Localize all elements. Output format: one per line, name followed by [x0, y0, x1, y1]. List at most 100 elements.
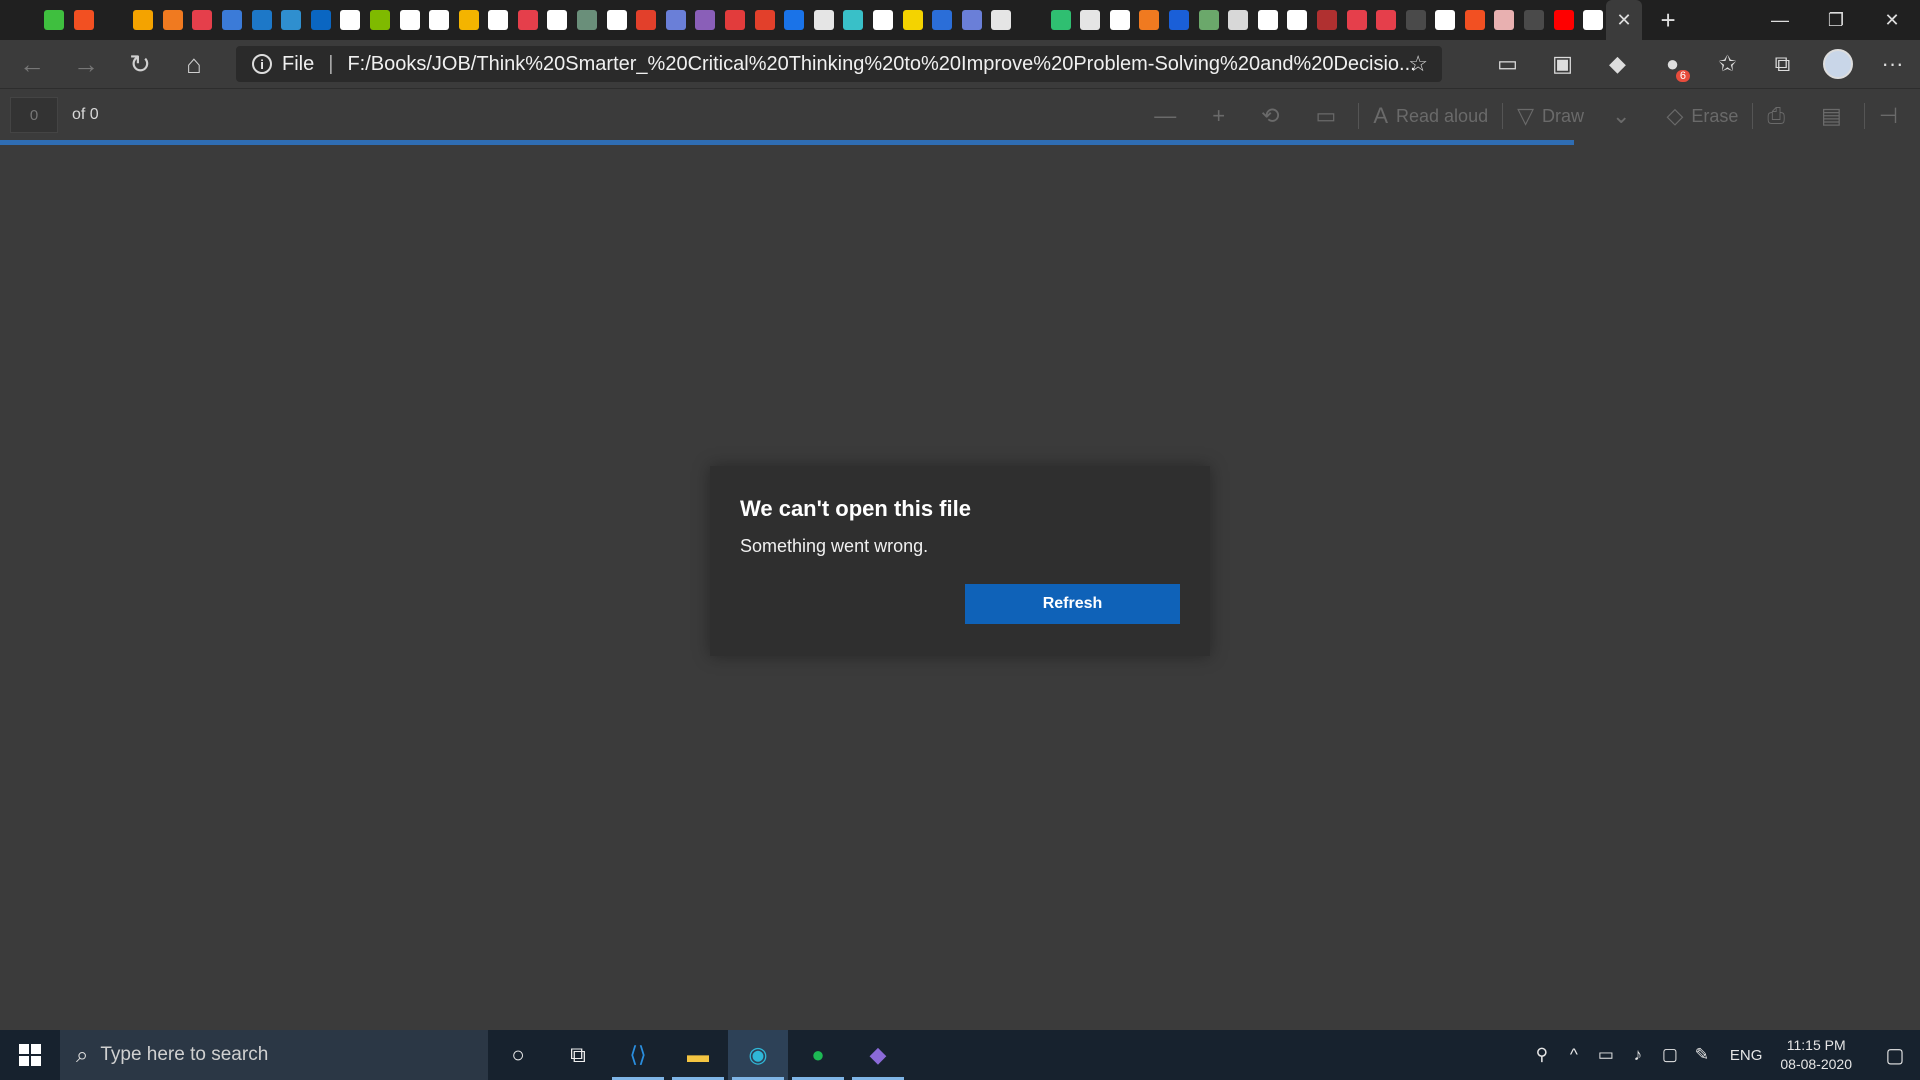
pinned-tab[interactable]	[397, 0, 423, 40]
pinned-tab[interactable]	[219, 0, 245, 40]
new-tab-button[interactable]: +	[1648, 0, 1688, 40]
pinned-tab[interactable]	[338, 0, 364, 40]
add-favorite-icon[interactable]: ☆	[1408, 51, 1428, 77]
pinned-tab[interactable]	[1107, 0, 1133, 40]
zoom-in-button[interactable]: +	[1198, 89, 1247, 143]
pinned-tab[interactable]	[1137, 0, 1163, 40]
pinned-tab[interactable]	[1492, 0, 1518, 40]
pinned-tab[interactable]	[781, 0, 807, 40]
network-icon[interactable]: ▢	[1654, 1045, 1686, 1065]
pinned-tab[interactable]	[190, 0, 216, 40]
pinned-tab[interactable]	[515, 0, 541, 40]
people-icon[interactable]: ⚲	[1526, 1045, 1558, 1065]
minimize-button[interactable]: —	[1752, 0, 1808, 40]
cortana-button[interactable]: ○	[488, 1030, 548, 1080]
pinned-tab[interactable]	[929, 0, 955, 40]
draw-options-dropdown[interactable]: ⌄	[1598, 89, 1652, 143]
pinned-tab[interactable]	[1551, 0, 1577, 40]
forward-button[interactable]: →	[64, 44, 108, 84]
refresh-page-button[interactable]: ↻	[118, 44, 162, 84]
pinned-tab[interactable]	[1048, 0, 1074, 40]
site-info-icon[interactable]: i	[252, 54, 272, 74]
diamond-extension-icon[interactable]: ◆	[1590, 40, 1645, 88]
pinned-tab[interactable]	[12, 0, 38, 40]
fit-page-button[interactable]: ▭	[1302, 89, 1359, 143]
pinned-tab[interactable]	[722, 0, 748, 40]
pinned-tab[interactable]	[130, 0, 156, 40]
task-view-button[interactable]: ⧉	[548, 1030, 608, 1080]
pinned-tab[interactable]	[870, 0, 896, 40]
refresh-button[interactable]: Refresh	[965, 584, 1180, 624]
start-button[interactable]	[0, 1030, 60, 1080]
pinned-tab[interactable]	[486, 0, 512, 40]
pinned-tab[interactable]	[1403, 0, 1429, 40]
pinned-tab[interactable]	[426, 0, 452, 40]
pinned-tab[interactable]	[308, 0, 334, 40]
pen-icon[interactable]: ✎	[1686, 1045, 1718, 1065]
pinned-tab[interactable]	[1580, 0, 1606, 40]
pinned-tab[interactable]	[278, 0, 304, 40]
settings-more-button[interactable]: ···	[1865, 40, 1920, 88]
pinned-tab[interactable]	[1433, 0, 1459, 40]
read-aloud-button[interactable]: A Read aloud	[1359, 89, 1502, 143]
erase-button[interactable]: ◇ Erase	[1652, 89, 1752, 143]
pinned-tab[interactable]	[1314, 0, 1340, 40]
pinned-tab[interactable]	[693, 0, 719, 40]
pinned-tab[interactable]	[841, 0, 867, 40]
pin-toolbar-button[interactable]: ⊣	[1865, 89, 1920, 143]
pinned-tab[interactable]	[1225, 0, 1251, 40]
pinned-tab[interactable]	[545, 0, 571, 40]
pinned-tab[interactable]	[1166, 0, 1192, 40]
pinned-tab[interactable]	[71, 0, 97, 40]
pinned-tab[interactable]	[752, 0, 778, 40]
vscode-icon[interactable]: ⟨⟩	[608, 1030, 668, 1080]
file-explorer-icon[interactable]: ▬	[668, 1030, 728, 1080]
pinned-tab[interactable]	[101, 0, 127, 40]
pinned-tab[interactable]	[456, 0, 482, 40]
pinned-tab[interactable]	[1077, 0, 1103, 40]
pinned-tab[interactable]	[574, 0, 600, 40]
chevron-up-icon[interactable]: ^	[1558, 1045, 1590, 1065]
pinned-tab[interactable]	[1018, 0, 1044, 40]
back-button[interactable]: ←	[10, 44, 54, 84]
notification-center-icon[interactable]: ▢	[1870, 1030, 1920, 1080]
pinned-tab[interactable]	[1344, 0, 1370, 40]
pinned-tab[interactable]	[1462, 0, 1488, 40]
rotate-button[interactable]: ⟲	[1247, 89, 1301, 143]
draw-button[interactable]: ▽ Draw	[1503, 89, 1598, 143]
pinned-tab[interactable]	[633, 0, 659, 40]
cast-icon[interactable]: ▭	[1480, 40, 1535, 88]
print-button[interactable]: ⎙	[1753, 89, 1807, 143]
pinned-tab[interactable]	[249, 0, 275, 40]
collections-icon[interactable]: ⧉	[1755, 40, 1810, 88]
zoom-out-button[interactable]: —	[1140, 89, 1198, 143]
edge-icon[interactable]: ◉	[728, 1030, 788, 1080]
spotify-icon[interactable]: ●	[788, 1030, 848, 1080]
pinned-tab[interactable]	[989, 0, 1015, 40]
save-button[interactable]: ▤	[1807, 89, 1864, 143]
volume-icon[interactable]: ♪	[1622, 1045, 1654, 1065]
pinned-tab[interactable]	[1373, 0, 1399, 40]
pinned-tab[interactable]	[604, 0, 630, 40]
pinned-tab[interactable]	[1255, 0, 1281, 40]
taskbar-search[interactable]: ⌕ Type here to search	[60, 1030, 488, 1080]
square-extension-icon[interactable]: ▣	[1535, 40, 1590, 88]
pinned-tab[interactable]	[42, 0, 68, 40]
pinned-tab[interactable]	[900, 0, 926, 40]
home-button[interactable]: ⌂	[172, 44, 216, 84]
restore-button[interactable]: ❐	[1808, 0, 1864, 40]
pinned-tab[interactable]	[1521, 0, 1547, 40]
visual-studio-icon[interactable]: ◆	[848, 1030, 908, 1080]
close-tab-icon[interactable]: ✕	[1617, 10, 1632, 31]
profile-button[interactable]	[1810, 40, 1865, 88]
active-tab[interactable]: ✕	[1606, 0, 1643, 40]
pinned-tab[interactable]	[1196, 0, 1222, 40]
pinned-tab[interactable]	[1285, 0, 1311, 40]
pinned-tab[interactable]	[959, 0, 985, 40]
battery-icon[interactable]: ▭	[1590, 1045, 1622, 1065]
url-text[interactable]: F:/Books/JOB/Think%20Smarter_%20Critical…	[347, 53, 1415, 76]
grammarly-icon[interactable]: ● 6	[1645, 40, 1700, 88]
favorites-icon[interactable]: ✩	[1700, 40, 1755, 88]
pinned-tab[interactable]	[160, 0, 186, 40]
pinned-tab[interactable]	[811, 0, 837, 40]
